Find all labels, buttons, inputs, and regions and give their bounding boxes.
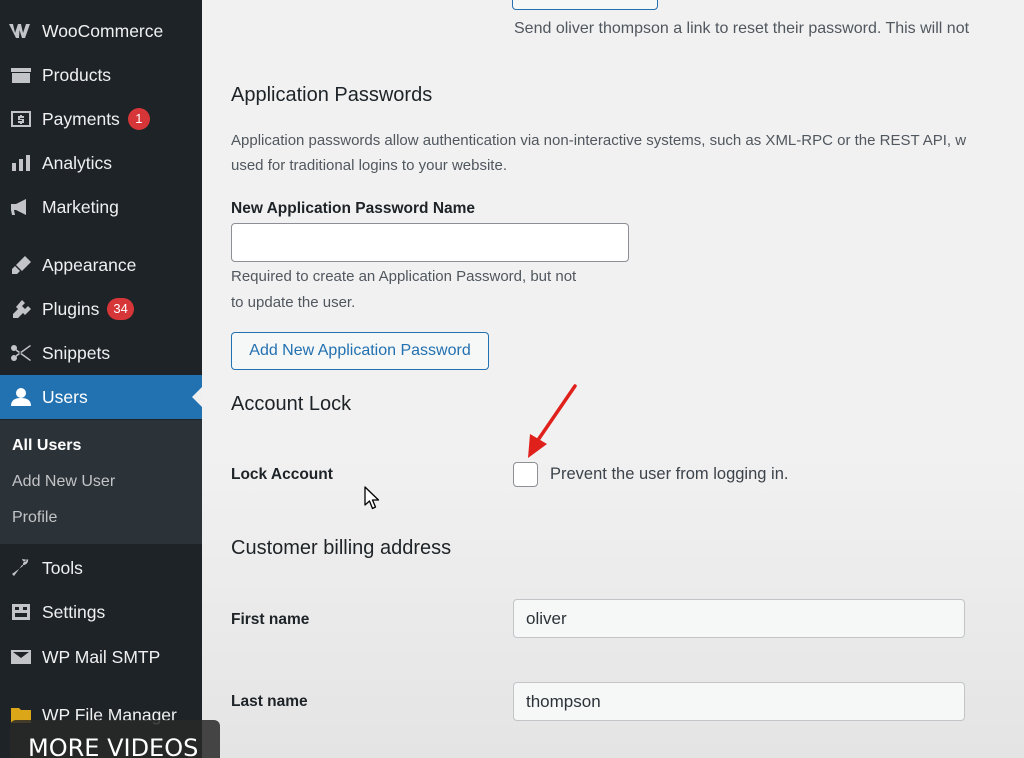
active-menu-arrow bbox=[192, 387, 202, 407]
app-passwords-description-line2: used for traditional logins to your webs… bbox=[231, 157, 507, 174]
menu-label: Settings bbox=[42, 601, 106, 622]
add-new-app-password-button[interactable]: Add New Application Password bbox=[231, 332, 489, 370]
main-content: Send oliver thompson a link to reset the… bbox=[202, 0, 1024, 758]
menu-analytics[interactable]: Analytics bbox=[0, 143, 202, 183]
submenu-add-new-user[interactable]: Add New User bbox=[12, 473, 115, 491]
menu-payments[interactable]: Payments 1 bbox=[0, 99, 202, 139]
app-passwords-heading: Application Passwords bbox=[231, 84, 433, 106]
menu-plugins[interactable]: Plugins 34 bbox=[0, 289, 202, 329]
menu-label: Plugins bbox=[42, 298, 100, 319]
menu-label: WooCommerce bbox=[42, 20, 164, 41]
send-reset-link-button[interactable] bbox=[512, 0, 658, 10]
new-app-password-name-label: New Application Password Name bbox=[231, 200, 476, 217]
customer-billing-address-heading: Customer billing address bbox=[231, 537, 452, 559]
input-value: oliver bbox=[526, 608, 567, 628]
marketing-icon bbox=[7, 196, 35, 218]
account-lock-heading: Account Lock bbox=[231, 393, 352, 415]
reset-password-description: Send oliver thompson a link to reset the… bbox=[514, 20, 970, 37]
last-name-input[interactable]: thompson bbox=[513, 682, 965, 721]
menu-wp-mail-smtp[interactable]: WP Mail SMTP bbox=[0, 637, 202, 677]
users-icon bbox=[7, 386, 35, 408]
submenu-profile[interactable]: Profile bbox=[12, 509, 57, 527]
menu-label: Appearance bbox=[42, 254, 137, 275]
lock-account-label: Lock Account bbox=[231, 466, 333, 483]
menu-appearance[interactable]: Appearance bbox=[0, 245, 202, 285]
menu-label: WP Mail SMTP bbox=[42, 646, 161, 667]
app-passwords-description-line1: Application passwords allow authenticati… bbox=[231, 132, 967, 149]
appearance-icon bbox=[7, 254, 35, 276]
mail-icon bbox=[7, 646, 35, 668]
prevent-login-checkbox-label[interactable]: Prevent the user from logging in. bbox=[550, 465, 788, 484]
menu-users[interactable]: Users bbox=[0, 375, 202, 419]
menu-label: Analytics bbox=[42, 152, 113, 173]
menu-woocommerce[interactable]: WooCommerce bbox=[0, 11, 202, 51]
app-password-help-line2: to update the user. bbox=[231, 294, 356, 311]
first-name-input[interactable]: oliver bbox=[513, 599, 965, 638]
menu-label: Products bbox=[42, 64, 112, 85]
plugins-count-badge: 34 bbox=[107, 298, 134, 320]
users-submenu: All Users Add New User Profile bbox=[0, 420, 202, 544]
menu-label: Users bbox=[42, 386, 88, 407]
plugins-icon bbox=[7, 298, 35, 320]
settings-icon bbox=[7, 601, 35, 623]
menu-label: Payments bbox=[42, 108, 120, 129]
mouse-cursor-icon bbox=[364, 486, 380, 510]
last-name-label: Last name bbox=[231, 693, 308, 710]
wrench-icon bbox=[7, 557, 35, 579]
menu-products[interactable]: Products bbox=[0, 55, 202, 95]
input-value: thompson bbox=[526, 691, 601, 711]
annotation-arrow bbox=[528, 384, 577, 458]
more-videos-overlay[interactable]: MORE VIDEOS bbox=[10, 720, 220, 758]
prevent-login-checkbox[interactable] bbox=[513, 462, 538, 487]
menu-label: Tools bbox=[42, 557, 83, 578]
button-label: Add New Application Password bbox=[249, 342, 471, 359]
snippets-icon bbox=[7, 342, 35, 364]
menu-marketing[interactable]: Marketing bbox=[0, 187, 202, 227]
new-app-password-name-input[interactable] bbox=[231, 223, 629, 262]
menu-label: Marketing bbox=[42, 196, 119, 217]
app-password-help-line1: Required to create an Application Passwo… bbox=[231, 268, 577, 285]
menu-snippets[interactable]: Snippets bbox=[0, 333, 202, 373]
payments-icon bbox=[7, 108, 35, 130]
products-icon bbox=[7, 64, 35, 86]
analytics-icon bbox=[7, 152, 35, 174]
menu-label: Snippets bbox=[42, 342, 111, 363]
woocommerce-icon bbox=[7, 20, 35, 42]
submenu-all-users[interactable]: All Users bbox=[12, 437, 81, 455]
menu-settings[interactable]: Settings bbox=[0, 592, 202, 632]
admin-sidebar: WooCommerce Products Payments 1 Analytic… bbox=[0, 0, 202, 758]
menu-tools[interactable]: Tools bbox=[0, 548, 202, 588]
payments-count-badge: 1 bbox=[127, 108, 150, 130]
first-name-label: First name bbox=[231, 611, 310, 628]
